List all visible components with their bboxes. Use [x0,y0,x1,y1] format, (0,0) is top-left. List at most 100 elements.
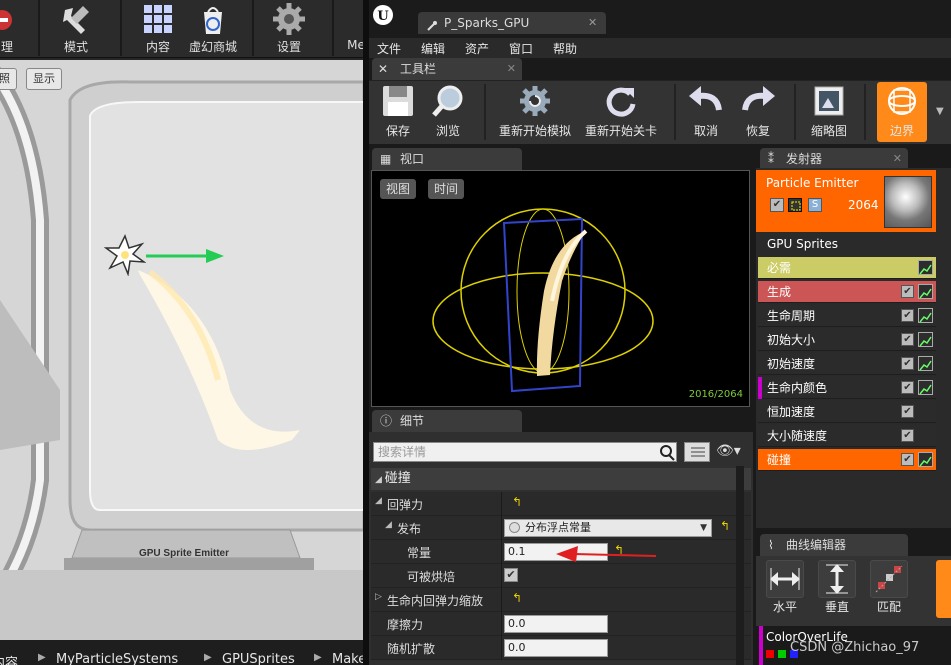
expand-icon[interactable]: ▷ [375,592,382,602]
emitter-enable-checkbox[interactable]: ✔ [770,198,784,212]
search-icon[interactable] [659,443,675,461]
tab-emitters[interactable]: ⁑ 发射器 ✕ [760,148,908,170]
breadcrumb-item[interactable]: Make [332,652,364,665]
restart-simulation-button[interactable]: 重新开始模拟 [498,82,572,142]
module-enable-checkbox[interactable]: ✔ [901,333,914,346]
settings-button[interactable]: 设置 [270,0,308,58]
view-options-grid-icon[interactable] [684,442,710,462]
more-button[interactable]: Me [346,0,364,58]
close-tab-icon[interactable]: ✕ [588,12,597,34]
redo-button[interactable]: 恢复 [738,82,778,142]
collapse-icon: ◢ [375,475,385,485]
vertical-arrows-icon [818,560,856,598]
details-scrollbar[interactable] [736,466,744,665]
marketplace-button[interactable]: 虚幻商城 [186,0,240,58]
emitter-render-mode-badge[interactable]: S [808,198,822,212]
bakeable-checkbox[interactable]: ✔ [504,568,518,582]
content-grid-icon [141,2,175,36]
curve-graph-icon[interactable] [918,452,933,467]
type-data-module[interactable]: GPU Sprites [758,232,936,256]
transform-arrow-icon[interactable] [146,248,226,264]
modes-button[interactable]: 模式 [52,0,100,58]
curve-graph-icon[interactable] [918,260,933,275]
curve-green-channel[interactable] [778,650,786,658]
module-size-by-speed[interactable]: 大小随速度 ✔ [758,425,936,447]
expand-icon[interactable]: ◢ [385,520,392,530]
module-const-accel[interactable]: 恒加速度 ✔ [758,401,936,423]
bounds-dropdown-icon[interactable]: ▼ [936,106,944,117]
fit-vertical-button[interactable]: 垂直 [818,560,856,615]
tab-details[interactable]: ⓘ 细节 [372,410,522,432]
close-tab-icon[interactable]: ✕ [507,58,516,80]
menu-asset[interactable]: 资产 [465,40,489,57]
module-collision[interactable]: 碰撞 ✔ [758,449,936,471]
thumbnail-button[interactable]: 缩略图 [808,82,850,142]
tab-toolbar[interactable]: ✕ 工具栏 ✕ [372,58,522,80]
viewport-lighting-button[interactable]: 照 [0,68,17,90]
viewport-show-button[interactable]: 显示 [26,68,62,90]
level-editor: 理 模式 内容 虚幻商城 设置 Me GPU Sprite Emitter 照 … [0,0,364,665]
details-search-input[interactable]: 搜索详情 [373,442,677,462]
content-breadcrumb: 内容 ▶ MyParticleSystems ▶ GPUSprites ▶ Ma… [0,640,364,665]
module-enable-checkbox[interactable]: ✔ [901,453,914,466]
breadcrumb-item[interactable]: 内容 [0,652,18,665]
category-collision[interactable]: ◢ 碰撞 [371,468,751,490]
module-enable-checkbox[interactable]: ✔ [901,285,914,298]
details-info-icon: ⓘ [380,414,393,428]
module-required[interactable]: 必需 [758,257,936,279]
distribution-dropdown[interactable]: 分布浮点常量 ▼ [504,519,712,537]
reset-default-icon[interactable]: ↰ [512,591,522,605]
tab-curve-editor[interactable]: ⌇ 曲线编辑器 [760,534,908,556]
module-initial-velocity[interactable]: 初始速度 ✔ [758,353,936,375]
curve-mode-toggle[interactable] [936,560,951,618]
reset-default-icon[interactable]: ↰ [512,495,522,509]
content-button[interactable]: 内容 [138,0,178,58]
module-color-over-life[interactable]: 生命内颜色 ✔ [758,377,936,399]
emitter-solo-icon[interactable] [788,198,802,212]
close-tab-icon[interactable]: ✕ [893,148,902,170]
emitter-sprite-icon[interactable] [103,234,147,277]
tab-viewport[interactable]: ▦ 视口 [372,148,522,170]
module-initial-size[interactable]: 初始大小 ✔ [758,329,936,351]
curve-graph-icon[interactable] [918,380,933,395]
bounds-button[interactable]: 边界 [878,82,926,142]
menu-window[interactable]: 窗口 [509,40,533,57]
breadcrumb-item[interactable]: GPUSprites [222,652,295,665]
curve-graph-icon[interactable] [918,356,933,371]
module-enable-checkbox[interactable]: ✔ [901,357,914,370]
restart-level-button[interactable]: 重新开始关卡 [584,82,658,142]
curve-graph-icon[interactable] [918,332,933,347]
menu-edit[interactable]: 编辑 [421,40,445,57]
module-enable-checkbox[interactable]: ✔ [901,309,914,322]
module-enable-checkbox[interactable]: ✔ [901,381,914,394]
module-label: 大小随速度 [767,429,828,443]
expand-icon[interactable]: ◢ [375,496,382,506]
friction-value-field[interactable]: 0.0 [504,615,608,633]
save-button[interactable]: 保存 [378,82,418,142]
module-enable-checkbox[interactable]: ✔ [901,405,914,418]
random-spread-value-field[interactable]: 0.0 [504,639,608,657]
fit-horizontal-button[interactable]: 水平 [766,560,804,615]
module-enable-checkbox[interactable]: ✔ [901,429,914,442]
document-tab[interactable]: P_Sparks_GPU ✕ [418,12,606,34]
manage-button[interactable]: 理 [0,0,22,58]
browse-button[interactable]: 浏览 [428,82,468,142]
module-label: 碰撞 [767,453,792,467]
particle-viewport[interactable]: 视图 时间 2016/2064 [371,170,750,407]
curve-graph-icon[interactable] [918,308,933,323]
fit-all-button[interactable]: 匹配 [870,560,908,615]
module-lifetime[interactable]: 生命周期 ✔ [758,305,936,327]
menu-file[interactable]: 文件 [377,40,401,57]
modes-icon [59,2,93,36]
module-label: 必需 [767,261,792,275]
module-spawn[interactable]: 生成 ✔ [758,281,936,303]
menu-help[interactable]: 帮助 [553,40,577,57]
level-viewport[interactable]: GPU Sprite Emitter [0,60,364,640]
visibility-eye-icon[interactable]: 👁▾ [716,443,741,459]
particle-count: 2016/2064 [688,389,743,400]
curve-red-channel[interactable] [766,650,774,658]
reset-default-icon[interactable]: ↰ [720,519,730,533]
undo-button[interactable]: 取消 [686,82,726,142]
breadcrumb-item[interactable]: MyParticleSystems [56,652,178,665]
curve-graph-icon[interactable] [918,284,933,299]
